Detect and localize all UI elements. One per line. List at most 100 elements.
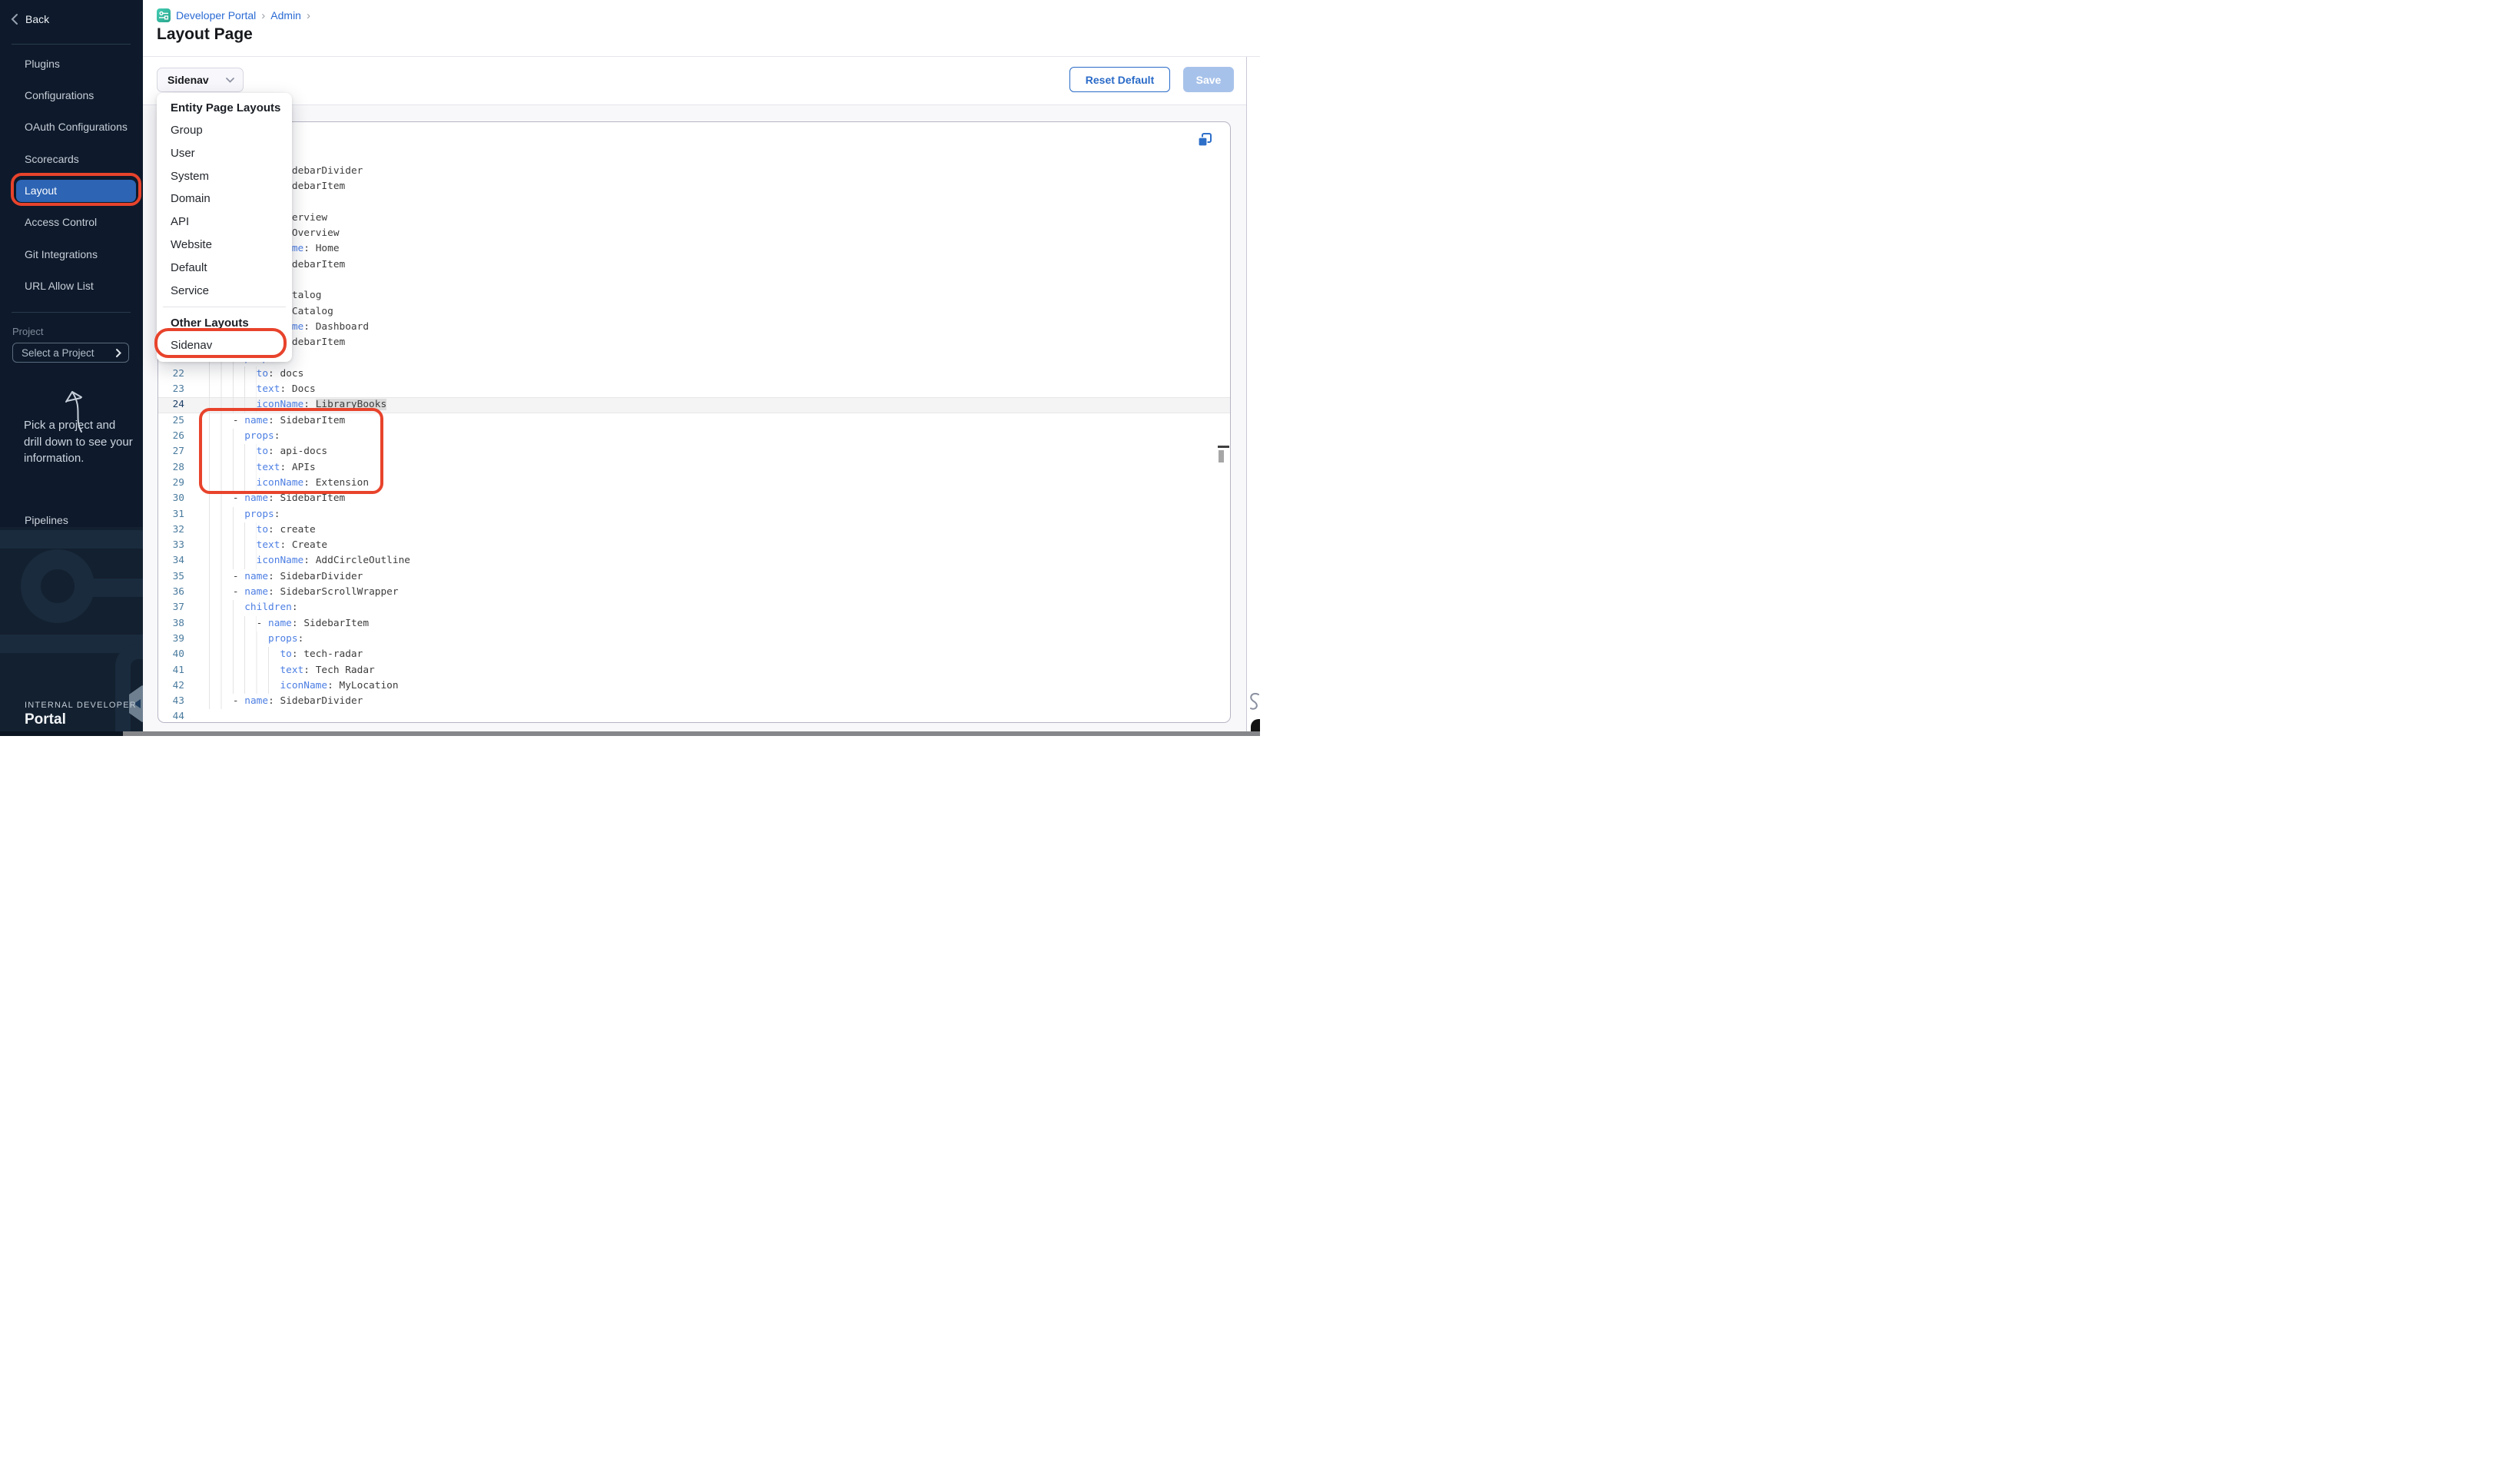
line-number: 22 [158,366,209,382]
layout-select[interactable]: Sidenav [157,68,244,92]
code-text: to: overview [209,211,1230,226]
code-line[interactable]: 35- name: SidebarDivider [158,569,1230,585]
sidebar-item-pipelines[interactable]: Pipelines [25,514,68,526]
code-text: to: docs [209,366,1230,382]
code-line[interactable]: 32to: create [158,522,1230,538]
footer-kicker: INTERNAL DEVELOPER [25,701,137,710]
code-line[interactable]: 43- name: SidebarDivider [158,694,1230,709]
code-text: iconName: Dashboard [209,320,1230,335]
code-line[interactable]: 17to: catalog [158,288,1230,303]
menu-item-default[interactable]: Default [157,257,292,280]
code-line[interactable]: 22to: docs [158,366,1230,382]
code-line[interactable]: 9- name: SidebarDivider [158,164,1230,179]
code-text: text: Overview [209,226,1230,241]
code-text: iconName: LibraryBooks [209,397,1230,413]
code-line[interactable]: 34iconName: AddCircleOutline [158,553,1230,569]
menu-item-user[interactable]: User [157,142,292,165]
circuit-watermark [91,579,143,597]
code-text: - name: SidebarDivider [209,569,1230,585]
menu-item-sidenav[interactable]: Sidenav [157,334,292,357]
code-line[interactable]: 10- name: SidebarItem [158,179,1230,194]
sidebar-item-scorecards[interactable]: Scorecards [0,143,143,174]
code-line[interactable]: 30- name: SidebarItem [158,491,1230,506]
line-number: 25 [158,413,209,429]
breadcrumb-link-app[interactable]: Developer Portal [176,9,256,22]
reset-default-button[interactable]: Reset Default [1069,67,1170,92]
code-line[interactable]: 27to: api-docs [158,444,1230,459]
line-number: 37 [158,600,209,615]
menu-item-system[interactable]: System [157,165,292,188]
sidebar-item-git-integrations[interactable]: Git Integrations [0,238,143,270]
code-line[interactable]: 37children: [158,600,1230,615]
code-text: to: create [209,522,1230,538]
code-text: text: Docs [209,382,1230,397]
code-line[interactable]: 24iconName: LibraryBooks [158,397,1230,413]
editor-scrollbar-thumb[interactable] [1219,450,1224,462]
code-line[interactable]: 39props: [158,632,1230,647]
sidebar-item-url-allow-list[interactable]: URL Allow List [0,270,143,301]
code-text: - name: SidebarScrollWrapper [209,585,1230,600]
breadcrumb-link-admin[interactable]: Admin [270,9,301,22]
sidebar-item-plugins[interactable]: Plugins [0,48,143,79]
code-line[interactable]: 31props: [158,507,1230,522]
code-line[interactable]: 19iconName: Dashboard [158,320,1230,335]
code-text: props: [209,429,1230,444]
code-text: iconName: MyLocation [209,678,1230,694]
editor-scrollbar-mark [1218,446,1229,448]
back-button[interactable]: Back [11,13,49,25]
code-line[interactable]: 28text: APIs [158,460,1230,476]
page-title: Layout Page [157,25,253,44]
window-edge [123,731,1260,736]
code-line[interactable]: 23text: Docs [158,382,1230,397]
divider [12,44,131,45]
code-line[interactable]: 11props: [158,195,1230,211]
code-line[interactable]: 38- name: SidebarItem [158,616,1230,632]
menu-item-group[interactable]: Group [157,119,292,142]
page-header: Developer Portal › Admin › Layout Page [143,0,1260,57]
code-text: - name: SidebarItem [209,179,1230,194]
code-line[interactable]: 26props: [158,429,1230,444]
project-label: Project [12,326,43,337]
code-line[interactable]: 41text: Tech Radar [158,663,1230,678]
sidebar-item-access-control[interactable]: Access Control [0,207,143,238]
code-line[interactable]: 21props: [158,351,1230,366]
project-select[interactable]: Select a Project [12,343,129,363]
sidebar-item-configurations[interactable]: Configurations [0,79,143,111]
menu-item-website[interactable]: Website [157,234,292,257]
code-text: props: [209,195,1230,211]
back-label: Back [25,13,49,25]
breadcrumb: Developer Portal › Admin › [157,8,310,22]
code-line[interactable]: 14iconName: Home [158,241,1230,257]
menu-item-service[interactable]: Service [157,280,292,303]
save-button[interactable]: Save [1183,67,1234,92]
code-line[interactable]: 36- name: SidebarScrollWrapper [158,585,1230,600]
menu-item-api[interactable]: API [157,211,292,234]
code-text: text: Create [209,538,1230,553]
sidebar-item-oauth-configurations[interactable]: OAuth Configurations [0,111,143,143]
code-line[interactable]: 20- name: SidebarItem [158,335,1230,350]
code-line[interactable]: 33text: Create [158,538,1230,553]
code-text: iconName: AddCircleOutline [209,553,1230,569]
code-line[interactable]: 25- name: SidebarItem [158,413,1230,429]
line-number: 29 [158,476,209,491]
code-line[interactable]: 18text: Catalog [158,304,1230,320]
copy-icon[interactable] [1196,132,1213,149]
menu-item-domain[interactable]: Domain [157,187,292,211]
code-text: props: [209,507,1230,522]
layout-select-value: Sidenav [167,74,209,86]
code-line[interactable]: 15- name: SidebarItem [158,257,1230,273]
line-number: 32 [158,522,209,538]
code-text: - name: SidebarItem [209,335,1230,350]
code-line[interactable]: 42iconName: MyLocation [158,678,1230,694]
code-line[interactable]: 16props: [158,273,1230,288]
code-text: to: tech-radar [209,647,1230,662]
sidebar-item-layout[interactable]: Layout [16,180,136,202]
code-body[interactable]: 9- name: SidebarDivider10- name: Sidebar… [158,164,1230,723]
code-line[interactable]: 44 [158,709,1230,723]
code-text: text: Tech Radar [209,663,1230,678]
code-line[interactable]: 13text: Overview [158,226,1230,241]
code-line[interactable]: 29iconName: Extension [158,476,1230,491]
code-line[interactable]: 40to: tech-radar [158,647,1230,662]
code-line[interactable]: 12to: overview [158,211,1230,226]
layout-code-editor: 9- name: SidebarDivider10- name: Sidebar… [158,121,1231,723]
